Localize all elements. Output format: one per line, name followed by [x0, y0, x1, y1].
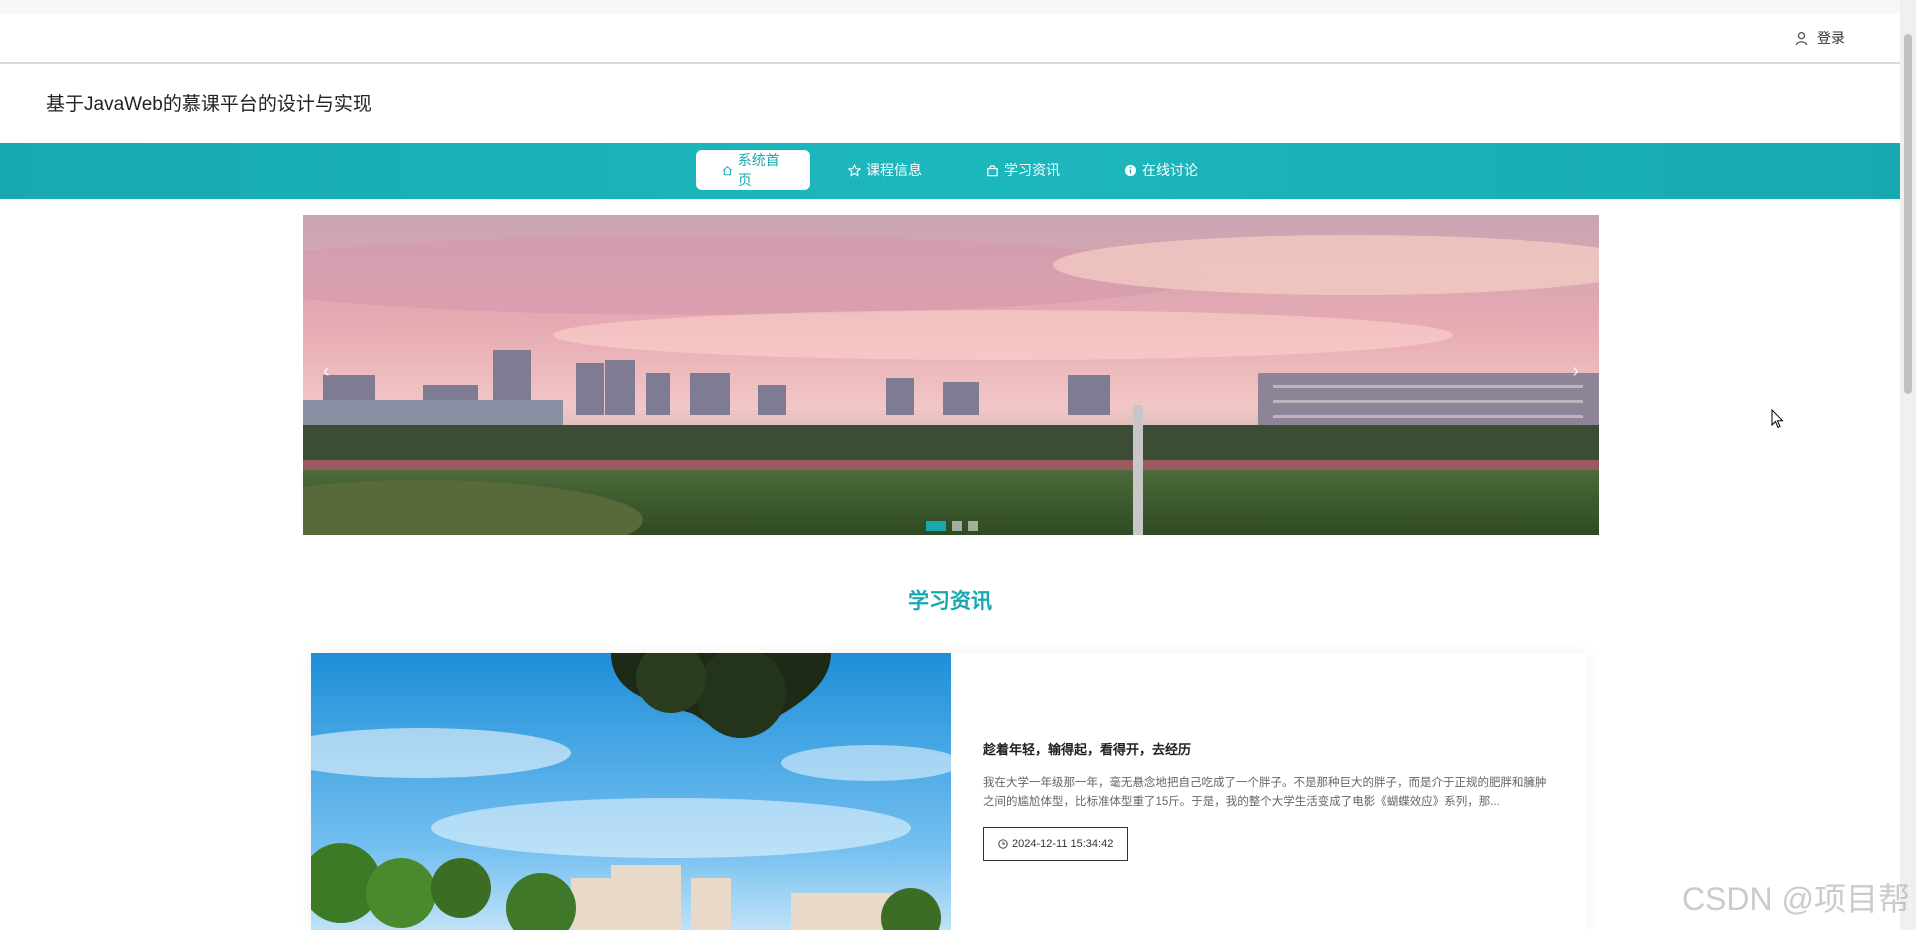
- home-icon: [722, 165, 732, 175]
- campus-sunset-image: [303, 215, 1599, 535]
- clock-icon: [998, 839, 1008, 849]
- carousel-dot-1[interactable]: [926, 521, 946, 531]
- carousel-banner[interactable]: ‹ ›: [303, 215, 1599, 535]
- nav-item-courses[interactable]: 课程信息: [822, 150, 948, 190]
- news-date: 2024-12-11 15:34:42: [1012, 838, 1114, 850]
- login-label: 登录: [1817, 30, 1845, 46]
- news-date-badge: 2024-12-11 15:34:42: [983, 827, 1129, 861]
- bag-icon: [987, 164, 998, 176]
- news-title[interactable]: 趁着年轻，输得起，看得开，去经历: [983, 739, 1553, 758]
- site-title: 基于JavaWeb的慕课平台的设计与实现: [46, 94, 372, 115]
- nav-item-home[interactable]: 系统首页: [696, 150, 810, 190]
- carousel-prev-arrow[interactable]: ‹: [323, 360, 330, 383]
- nav-label-home: 系统首页: [737, 152, 780, 188]
- carousel-indicators: [926, 521, 978, 531]
- top-bar: 登录: [0, 14, 1900, 64]
- main-navbar: 系统首页 课程信息 学习资讯 在线讨论: [0, 143, 1900, 199]
- carousel-dot-2[interactable]: [952, 521, 962, 531]
- nav-label-news: 学习资讯: [1004, 162, 1060, 178]
- carousel-next-arrow[interactable]: ›: [1572, 360, 1579, 383]
- nav-label-discussion: 在线讨论: [1142, 162, 1198, 178]
- page-scrollbar[interactable]: [1900, 0, 1916, 930]
- campus-sky-image: [311, 653, 951, 930]
- news-image[interactable]: [311, 653, 951, 930]
- nav-label-courses: 课程信息: [866, 162, 922, 178]
- news-excerpt: 我在大学一年级那一年，毫无悬念地把自己吃成了一个胖子。不是那种巨大的胖子，而是介…: [983, 777, 1547, 808]
- watermark: CSDN @项目帮: [1681, 881, 1910, 917]
- mouse-cursor-icon: [1771, 409, 1784, 429]
- news-card[interactable]: 趁着年轻，输得起，看得开，去经历 我在大学一年级那一年，毫无悬念地把自己吃成了一…: [311, 653, 1587, 930]
- user-icon: [1795, 31, 1808, 45]
- star-icon: [848, 163, 861, 177]
- scrollbar-thumb[interactable]: [1904, 34, 1912, 394]
- login-link[interactable]: 登录: [1794, 28, 1845, 48]
- nav-item-discussion[interactable]: 在线讨论: [1098, 150, 1224, 190]
- section-title-news: 学习资讯: [908, 590, 992, 613]
- nav-item-news[interactable]: 学习资讯: [960, 150, 1086, 190]
- info-circle-icon: [1124, 164, 1137, 176]
- carousel-dot-3[interactable]: [968, 521, 978, 531]
- news-body: 趁着年轻，输得起，看得开，去经历 我在大学一年级那一年，毫无悬念地把自己吃成了一…: [983, 739, 1553, 861]
- browser-tab-strip: [0, 0, 1900, 15]
